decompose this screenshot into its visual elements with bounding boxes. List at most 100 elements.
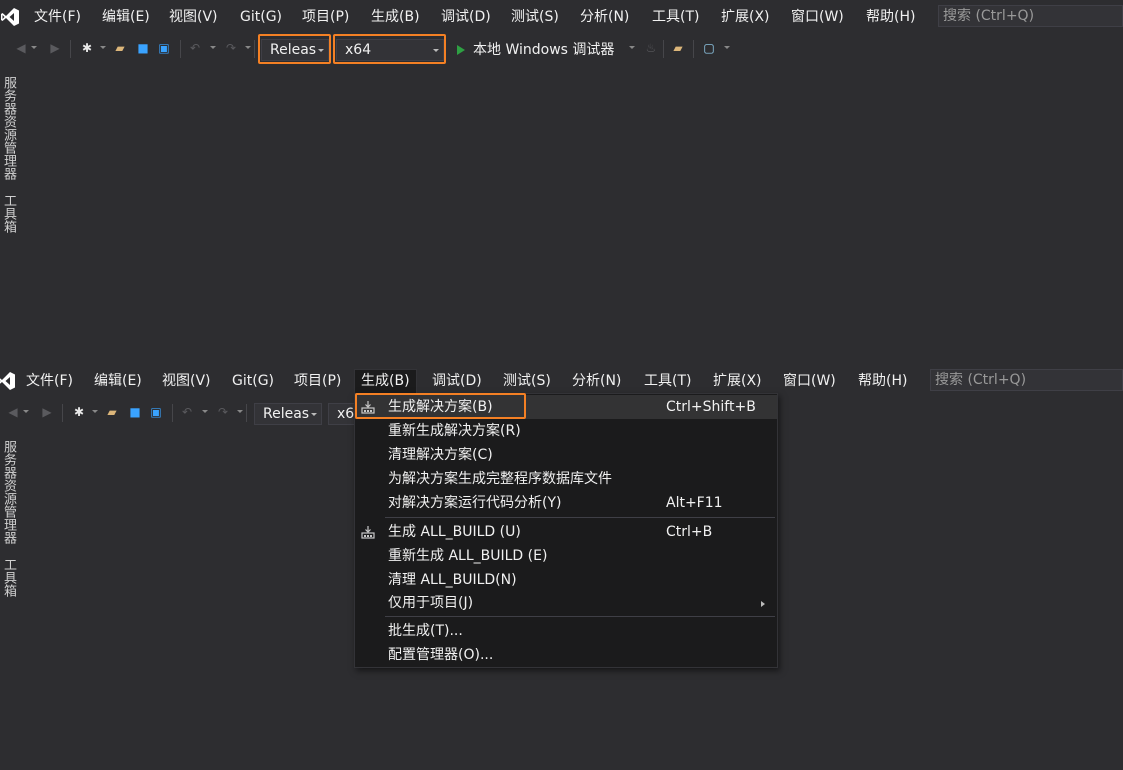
server-explorer-tab[interactable]: 服务器资源管理器 (0, 438, 16, 546)
toolbox-tab[interactable]: 工具箱 (0, 192, 16, 235)
new-project-icon[interactable]: ✱ (72, 405, 86, 419)
toolbox-tab[interactable]: 工具箱 (0, 556, 16, 599)
hot-reload-icon[interactable]: ♨ (644, 41, 658, 55)
side-tab-strip: 服务器资源管理器 工具箱 (0, 74, 18, 235)
toolbar-separator (246, 404, 247, 422)
solution-config-value: Releas (270, 42, 317, 58)
menu-git[interactable]: Git(G) (240, 7, 282, 27)
menu-tools[interactable]: 工具(T) (644, 371, 691, 391)
menu-build[interactable]: 生成(B) (354, 369, 417, 393)
menu-project[interactable]: 项目(P) (302, 7, 349, 27)
menu-view[interactable]: 视图(V) (162, 371, 211, 391)
back-dropdown-icon[interactable] (23, 410, 29, 413)
new-dropdown-icon[interactable] (92, 410, 98, 413)
menu-item-build-solution[interactable]: 生成解决方案(B) Ctrl+Shift+B (355, 395, 777, 419)
menu-help[interactable]: 帮助(H) (866, 7, 915, 27)
menu-item-run-code-analysis[interactable]: 对解决方案运行代码分析(Y) Alt+F11 (355, 491, 777, 515)
menu-item-label: 批生成(T)... (388, 623, 463, 639)
redo-dropdown-icon[interactable] (237, 410, 243, 413)
redo-dropdown-icon[interactable] (245, 46, 251, 49)
menu-debug[interactable]: 调试(D) (432, 371, 482, 391)
play-icon (457, 45, 465, 55)
customize-toolbar-icon[interactable] (724, 46, 730, 49)
toolbar-separator (663, 40, 664, 58)
undo-dropdown-icon[interactable] (210, 46, 216, 49)
solution-config-combo[interactable]: Releas (261, 39, 329, 61)
redo-icon[interactable]: ↷ (224, 41, 238, 55)
menu-item-build-all-build[interactable]: 生成 ALL_BUILD (U) Ctrl+B (355, 520, 777, 544)
undo-dropdown-icon[interactable] (202, 410, 208, 413)
solution-config-combo[interactable]: Releas (254, 403, 322, 425)
menu-item-clean-all-build[interactable]: 清理 ALL_BUILD(N) (355, 568, 777, 592)
menu-test[interactable]: 测试(S) (511, 7, 559, 27)
menu-tools[interactable]: 工具(T) (652, 7, 699, 27)
start-debugging-button[interactable]: 本地 Windows 调试器 (455, 39, 614, 61)
save-all-icon[interactable]: ▣ (157, 41, 171, 55)
menu-help[interactable]: 帮助(H) (858, 371, 907, 391)
undo-icon[interactable]: ↶ (188, 41, 202, 55)
menu-item-rebuild-solution[interactable]: 重新生成解决方案(R) (355, 419, 777, 443)
new-dropdown-icon[interactable] (100, 46, 106, 49)
toolbar-separator (62, 404, 63, 422)
back-icon[interactable]: ◀ (6, 405, 20, 419)
menu-item-rebuild-all-build[interactable]: 重新生成 ALL_BUILD (E) (355, 544, 777, 568)
server-explorer-tab[interactable]: 服务器资源管理器 (0, 74, 16, 182)
chevron-down-icon (311, 413, 317, 416)
platform-combo[interactable]: x64 (336, 39, 444, 61)
menu-item-label: 重新生成 ALL_BUILD (E) (388, 548, 548, 564)
search-input[interactable]: 搜索 (Ctrl+Q) (930, 369, 1123, 391)
build-icon (361, 401, 375, 414)
new-project-icon[interactable]: ✱ (80, 41, 94, 55)
chevron-right-icon (761, 601, 765, 607)
visual-studio-logo-icon (0, 372, 15, 390)
search-input[interactable]: 搜索 (Ctrl+Q) (938, 5, 1123, 27)
menu-build[interactable]: 生成(B) (371, 7, 420, 27)
menu-item-project-only[interactable]: 仅用于项目(J) (355, 591, 777, 615)
back-dropdown-icon[interactable] (31, 46, 37, 49)
menu-analyze[interactable]: 分析(N) (580, 7, 629, 27)
forward-icon[interactable]: ▶ (40, 405, 54, 419)
menu-edit[interactable]: 编辑(E) (102, 7, 150, 27)
browser-link-icon[interactable]: ▢ (702, 41, 716, 55)
menu-item-configuration-manager[interactable]: 配置管理器(O)... (355, 643, 777, 667)
menu-analyze[interactable]: 分析(N) (572, 371, 621, 391)
save-icon[interactable]: ■ (128, 405, 142, 419)
menu-extensions[interactable]: 扩展(X) (713, 371, 762, 391)
menu-file[interactable]: 文件(F) (26, 371, 73, 391)
save-icon[interactable]: ■ (136, 41, 150, 55)
open-folder-icon[interactable]: ▰ (113, 41, 127, 55)
forward-icon[interactable]: ▶ (48, 41, 62, 55)
menu-item-clean-solution[interactable]: 清理解决方案(C) (355, 443, 777, 467)
platform-value: x64 (345, 42, 372, 58)
top-screenshot-panel: 文件(F) 编辑(E) 视图(V) Git(G) 项目(P) 生成(B) 调试(… (0, 0, 1123, 330)
menu-test[interactable]: 测试(S) (503, 371, 551, 391)
open-folder-icon[interactable]: ▰ (105, 405, 119, 419)
menu-git[interactable]: Git(G) (232, 371, 274, 391)
menu-edit[interactable]: 编辑(E) (94, 371, 142, 391)
undo-icon[interactable]: ↶ (180, 405, 194, 419)
visual-studio-logo-icon (1, 8, 19, 26)
back-icon[interactable]: ◀ (14, 41, 28, 55)
menu-item-label: 清理 ALL_BUILD(N) (388, 572, 517, 588)
find-in-files-icon[interactable]: ▰ (671, 41, 685, 55)
menu-item-label: 清理解决方案(C) (388, 447, 493, 463)
save-all-icon[interactable]: ▣ (149, 405, 163, 419)
menu-file[interactable]: 文件(F) (34, 7, 81, 27)
menu-item-label: 重新生成解决方案(R) (388, 423, 521, 439)
menu-item-shortcut: Ctrl+Shift+B (666, 399, 756, 415)
menu-extensions[interactable]: 扩展(X) (721, 7, 770, 27)
menu-item-generate-pdb[interactable]: 为解决方案生成完整程序数据库文件 (355, 467, 777, 491)
menu-window[interactable]: 窗口(W) (783, 371, 836, 391)
toolbar-separator (172, 404, 173, 422)
toolbar-separator (180, 40, 181, 58)
debug-target-dropdown-icon[interactable] (629, 46, 635, 49)
menu-item-label: 对解决方案运行代码分析(Y) (388, 495, 562, 511)
menu-window[interactable]: 窗口(W) (791, 7, 844, 27)
redo-icon[interactable]: ↷ (216, 405, 230, 419)
menu-project[interactable]: 项目(P) (294, 371, 341, 391)
menu-item-label: 配置管理器(O)... (388, 647, 494, 663)
menu-item-batch-build[interactable]: 批生成(T)... (355, 619, 777, 643)
chevron-down-icon (318, 49, 324, 52)
menu-debug[interactable]: 调试(D) (441, 7, 491, 27)
menu-view[interactable]: 视图(V) (169, 7, 218, 27)
